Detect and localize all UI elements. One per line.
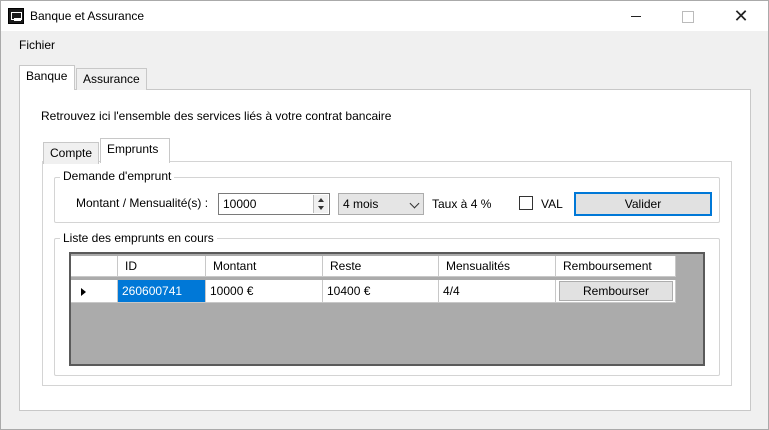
close-button[interactable]: ✕ [718, 1, 764, 31]
column-header-montant[interactable]: Montant [206, 256, 323, 277]
montant-stepper[interactable]: 10000 [218, 193, 330, 215]
column-header-remboursement[interactable]: Remboursement [556, 256, 676, 277]
groupbox-title-demande: Demande d'emprunt [60, 169, 175, 183]
app-icon [8, 8, 24, 24]
montant-label: Montant / Mensualité(s) : [76, 196, 209, 210]
menu-fichier[interactable]: Fichier [12, 38, 62, 52]
current-row-arrow-icon [81, 288, 86, 296]
maximize-button [664, 1, 710, 31]
tab-emprunts[interactable]: Emprunts [100, 138, 170, 163]
duree-select[interactable]: 4 mois [338, 193, 424, 215]
tab-compte[interactable]: Compte [43, 142, 99, 164]
chevron-down-icon [409, 198, 420, 209]
valider-button[interactable]: Valider [574, 192, 712, 216]
rembourser-button[interactable]: Rembourser [559, 281, 673, 301]
main-window: Banque et Assurance ✕ Fichier Banque Ass… [0, 0, 769, 430]
taux-label: Taux à 4 % [432, 197, 492, 211]
montant-value: 10000 [223, 197, 257, 211]
window-title: Banque et Assurance [30, 9, 145, 23]
val-checkbox[interactable] [519, 196, 533, 210]
tab-assurance[interactable]: Assurance [76, 68, 147, 90]
grid-corner-header [71, 256, 118, 277]
emprunts-datagrid[interactable]: ID Montant Reste Mensualités Rembourseme… [69, 252, 705, 366]
duree-value: 4 mois [343, 197, 379, 211]
spin-up-icon[interactable] [314, 195, 329, 204]
cell-montant[interactable]: 10000 € [206, 280, 323, 303]
spin-down-icon[interactable] [314, 204, 329, 213]
column-header-mensualites[interactable]: Mensualités [439, 256, 556, 277]
intro-text: Retrouvez ici l'ensemble des services li… [41, 109, 392, 123]
column-header-reste[interactable]: Reste [323, 256, 439, 277]
cell-id[interactable]: 260600741 [118, 280, 206, 303]
cell-reste[interactable]: 10400 € [323, 280, 439, 303]
spin-buttons [313, 195, 328, 213]
column-header-id[interactable]: ID [118, 256, 206, 277]
minimize-button[interactable] [613, 1, 659, 31]
val-checkbox-label[interactable]: VAL [541, 197, 563, 211]
title-bar: Banque et Assurance ✕ [1, 1, 768, 31]
groupbox-title-liste: Liste des emprunts en cours [60, 231, 217, 245]
menu-bar: Fichier [1, 32, 768, 58]
row-header[interactable] [71, 280, 118, 303]
cell-mensualites[interactable]: 4/4 [439, 280, 556, 303]
tab-banque[interactable]: Banque [19, 65, 75, 90]
